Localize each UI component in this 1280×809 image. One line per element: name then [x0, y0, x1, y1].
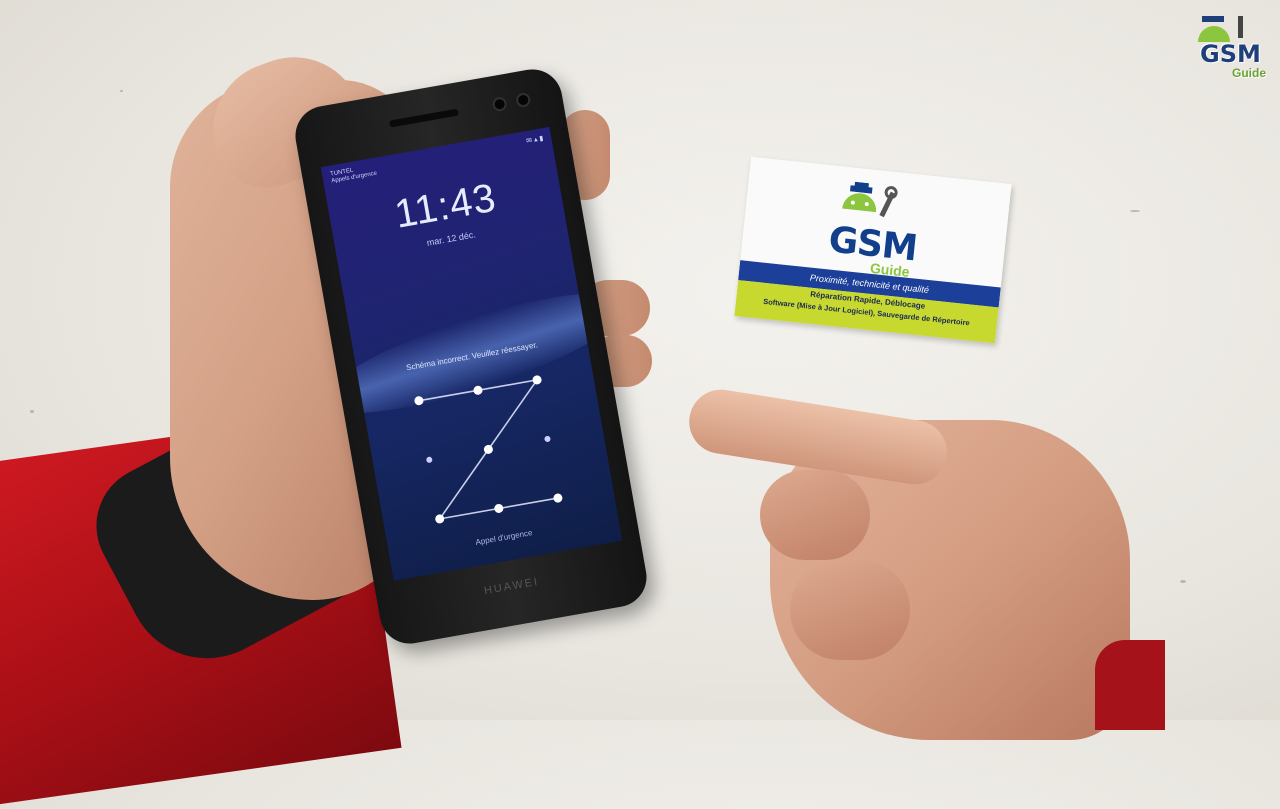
unlock-pattern-grid[interactable]	[397, 362, 581, 538]
pattern-dot[interactable]	[435, 514, 445, 524]
pattern-dot[interactable]	[553, 493, 563, 503]
table-speck	[30, 410, 34, 413]
pattern-dot[interactable]	[414, 396, 424, 406]
right-knuckle	[790, 560, 910, 660]
business-card: GSM Guide Proximité, technicité et quali…	[734, 156, 1012, 344]
right-knuckle	[760, 470, 870, 560]
table-speck	[1130, 210, 1140, 212]
front-sensor-icon	[515, 91, 532, 109]
pattern-dot[interactable]	[494, 503, 504, 513]
pattern-segment	[487, 379, 538, 450]
front-camera-icon	[491, 96, 508, 113]
pattern-segment	[439, 448, 490, 520]
watermark-hat	[1202, 16, 1224, 22]
status-bar-icons: ✉ ▴ ▮	[525, 135, 544, 146]
pattern-dot[interactable]	[532, 375, 542, 385]
earpiece	[388, 108, 459, 128]
pattern-dot[interactable]	[483, 444, 493, 454]
lock-screen[interactable]: TUNTEL Appels d'urgence ✉ ▴ ▮ 11:43 mar.…	[320, 126, 623, 581]
watermark-title: GSM	[1200, 40, 1261, 68]
pattern-segment	[439, 507, 499, 520]
pattern-segment	[498, 497, 559, 510]
workbench-scene: TUNTEL Appels d'urgence ✉ ▴ ▮ 11:43 mar.…	[0, 0, 1280, 809]
carrier-label: TUNTEL Appels d'urgence	[330, 164, 378, 186]
pattern-dot[interactable]	[544, 435, 551, 442]
android-head	[842, 193, 876, 213]
pattern-segment	[477, 379, 538, 392]
red-sleeve-right	[1095, 640, 1165, 730]
watermark-subtitle: Guide	[1232, 66, 1267, 80]
pattern-dot[interactable]	[426, 456, 433, 463]
table-speck	[120, 90, 123, 92]
pattern-segment	[418, 389, 479, 402]
pattern-dot[interactable]	[473, 385, 483, 395]
watermark-wrench-icon	[1238, 16, 1243, 38]
table-speck	[1180, 580, 1186, 583]
